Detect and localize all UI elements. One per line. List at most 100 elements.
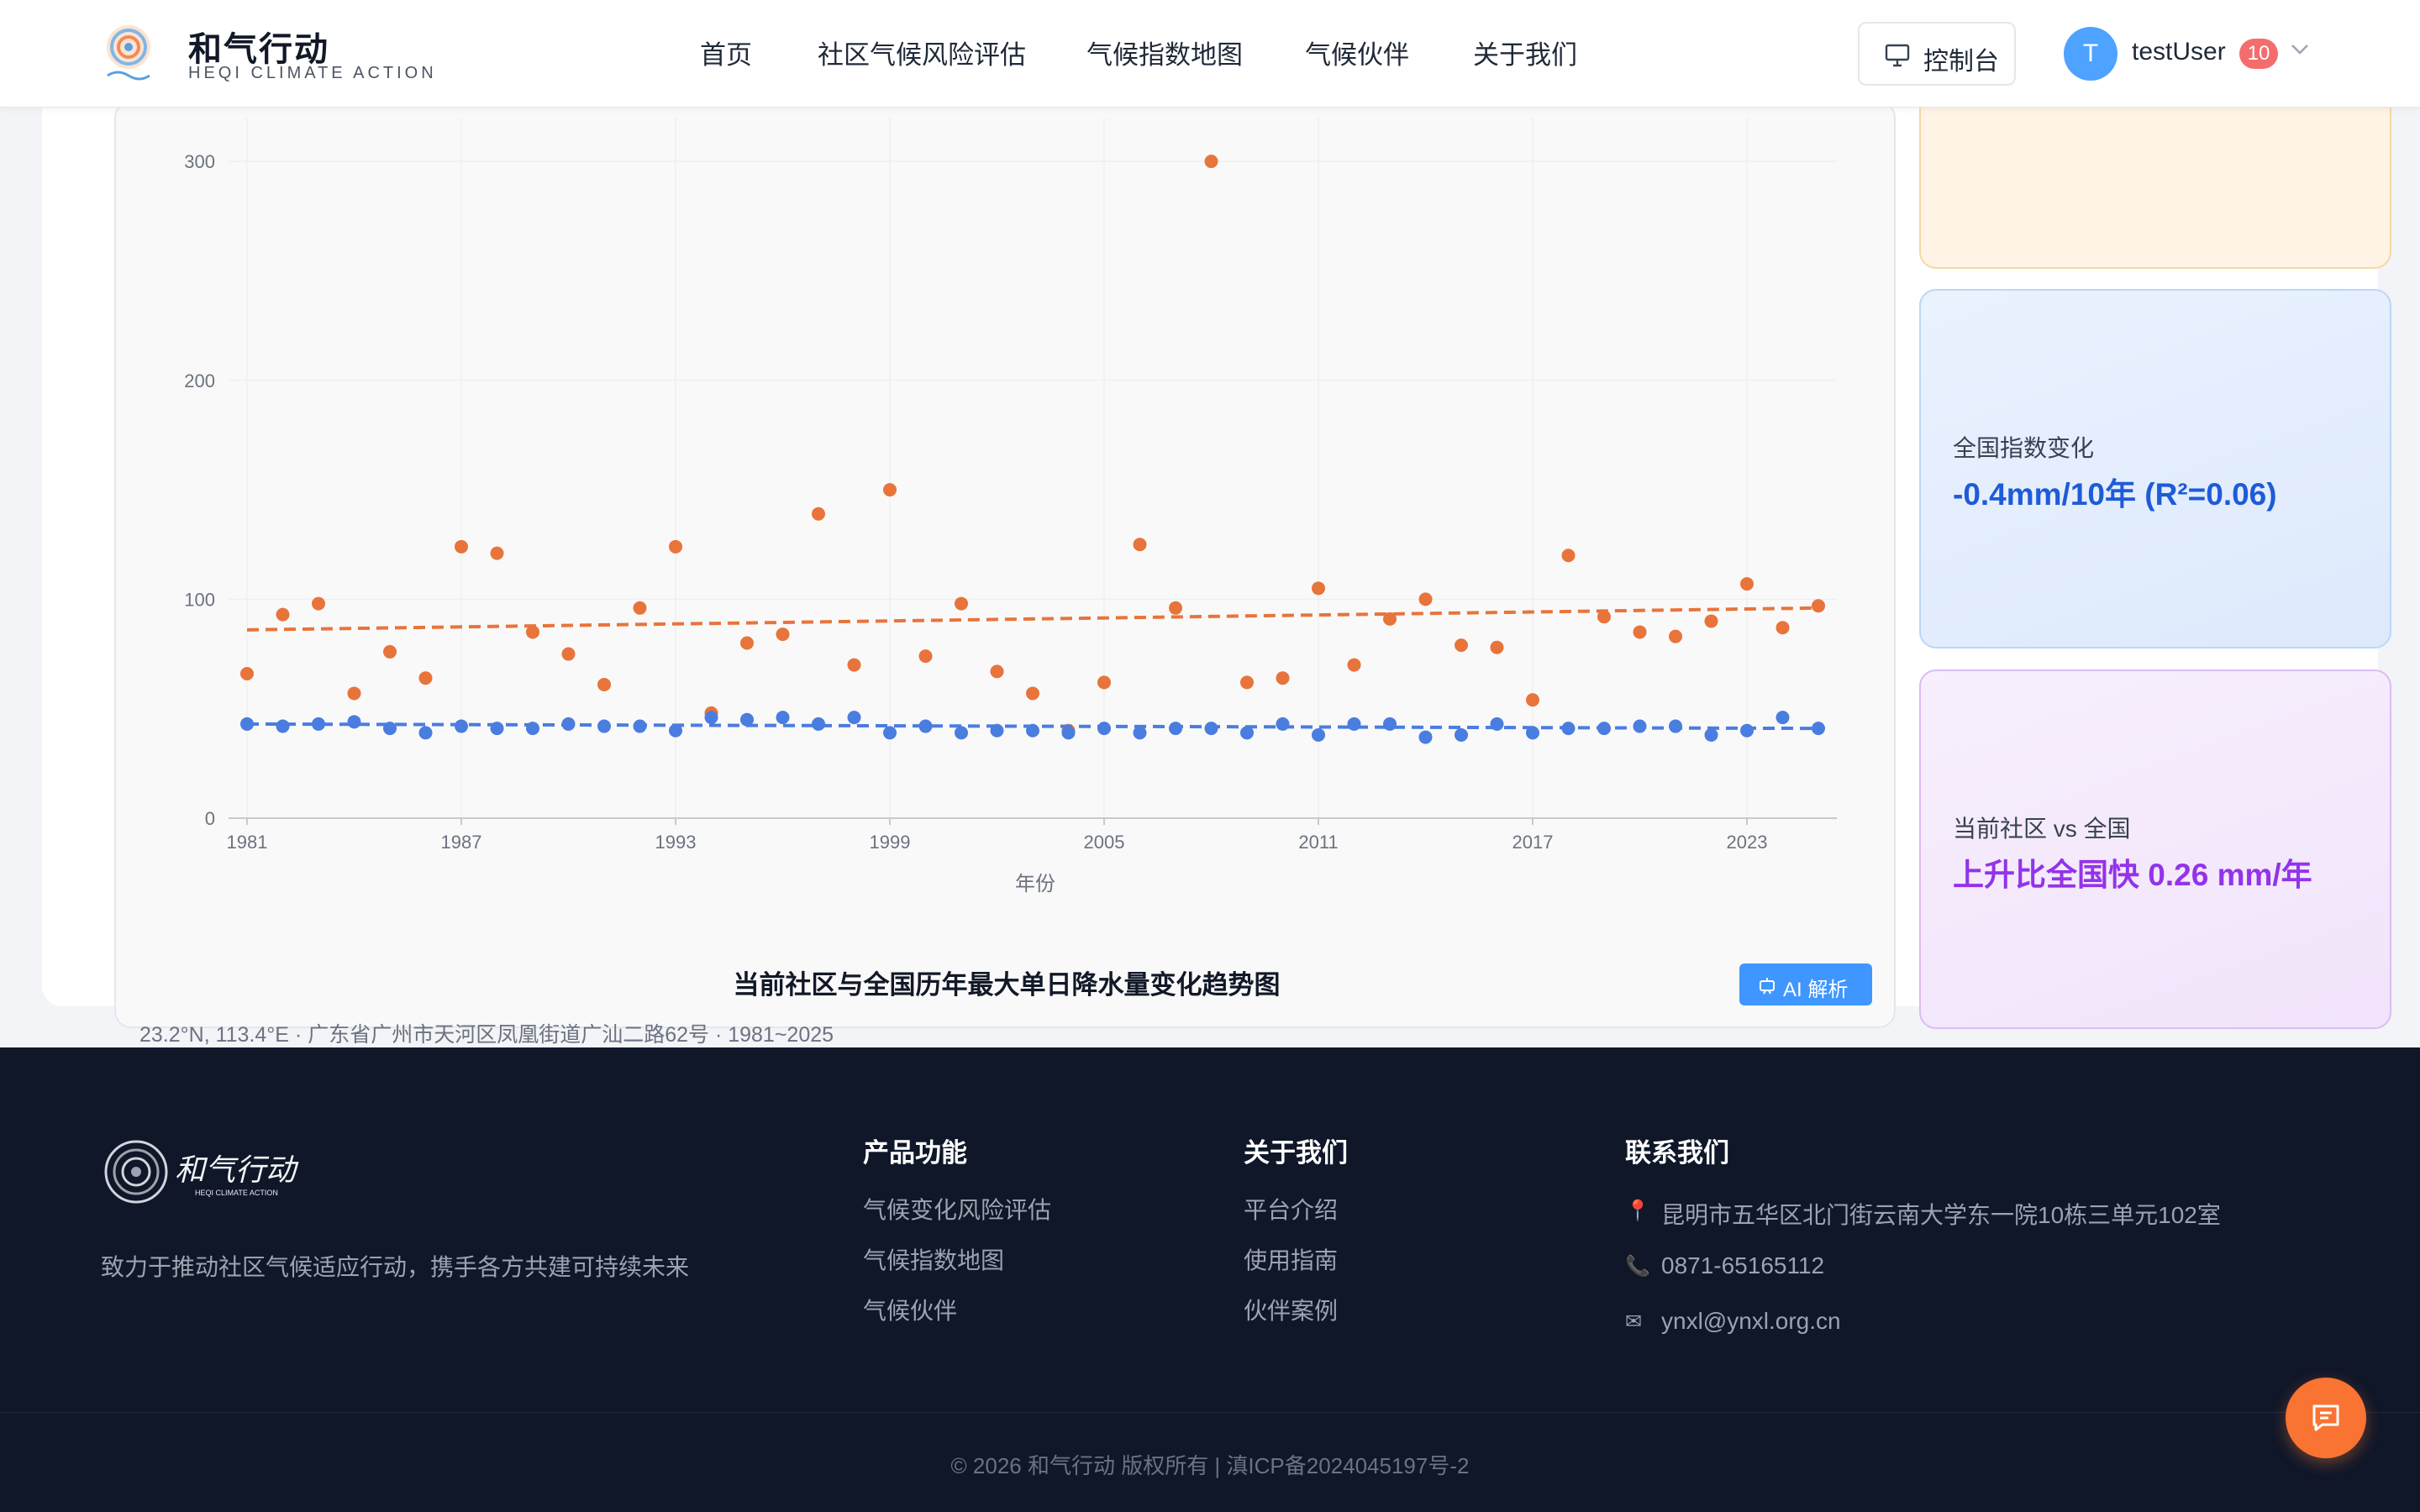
footer-logo: 和气行动 HEQI CLIMATE ACTION [104, 1140, 299, 1204]
y-tick-label: 300 [184, 151, 215, 172]
data-point-1 [669, 723, 682, 738]
x-tick-label: 2005 [1084, 832, 1125, 853]
data-point-0 [1312, 581, 1325, 596]
data-point-0 [1204, 155, 1218, 169]
data-point-0 [1740, 577, 1754, 591]
data-point-1 [490, 722, 504, 736]
nav-item-partners[interactable]: 气候伙伴 [1305, 34, 1409, 71]
data-point-0 [990, 664, 1004, 679]
footer-divider [0, 1412, 2420, 1413]
footer-tagline: 致力于推动社区气候适应行动，携手各方共建可持续未来 [101, 1254, 690, 1280]
data-point-1 [418, 726, 433, 740]
footer-link-cases[interactable]: 伙伴案例 [1244, 1293, 1338, 1326]
x-tick-label: 2011 [1298, 832, 1338, 853]
data-point-0 [883, 483, 897, 497]
footer-logo-subtext: HEQI CLIMATE ACTION [195, 1189, 278, 1197]
footer-link-risk[interactable]: 气候变化风险评估 [863, 1192, 1051, 1226]
data-point-1 [561, 717, 576, 731]
footer-link-map[interactable]: 气候指数地图 [863, 1242, 1004, 1276]
data-point-0 [1776, 621, 1790, 635]
data-point-1 [704, 711, 718, 725]
data-point-0 [1812, 599, 1825, 613]
data-point-0 [561, 647, 576, 661]
trend-line-0 [246, 606, 1819, 632]
data-point-1 [955, 726, 968, 740]
footer-logo-text: 和气行动 [175, 1153, 299, 1188]
data-point-0 [1597, 610, 1611, 624]
data-point-0 [418, 671, 433, 685]
data-point-1 [1455, 727, 1468, 742]
y-tick-label: 100 [184, 589, 215, 610]
username[interactable]: testUser [2132, 38, 2226, 66]
console-button[interactable]: 控制台 [1858, 22, 2016, 86]
avatar[interactable]: T [2064, 27, 2118, 81]
data-point-0 [633, 601, 647, 615]
chevron-down-icon[interactable] [2291, 44, 2309, 55]
footer-link-intro[interactable]: 平台介绍 [1244, 1192, 1338, 1226]
nav-item-home[interactable]: 首页 [700, 34, 752, 71]
data-point-0 [312, 596, 325, 611]
nav-item-risk-assessment[interactable]: 社区气候风险评估 [818, 34, 1026, 71]
data-point-1 [1169, 722, 1182, 736]
site-footer: 和气行动 HEQI CLIMATE ACTION 致力于推动社区气候适应行动，携… [0, 1047, 2420, 1512]
footer-link-guide[interactable]: 使用指南 [1244, 1242, 1338, 1276]
footer-contact-title: 联系我们 [1625, 1138, 1729, 1168]
data-point-0 [1347, 658, 1361, 672]
data-point-1 [1097, 722, 1111, 736]
chart-title: 当前社区与全国历年最大单日降水量变化趋势图 [733, 970, 1281, 1000]
x-tick-label: 1993 [655, 832, 697, 853]
data-point-0 [1490, 640, 1504, 654]
data-point-1 [918, 719, 933, 733]
mail-icon: ✉ [1625, 1310, 1643, 1333]
data-point-1 [1240, 726, 1254, 740]
data-point-0 [526, 625, 539, 639]
data-point-1 [1383, 717, 1397, 731]
data-point-1 [1418, 730, 1433, 744]
data-point-1 [597, 719, 611, 733]
brand-logo-icon[interactable] [101, 22, 156, 82]
main-card: 0 100 200 300 1981 1987 1993 1999 2005 2011 2017 20… [42, 42, 2391, 1047]
data-point-0 [1561, 549, 1576, 563]
data-point-0 [240, 666, 254, 680]
nav-item-about[interactable]: 关于我们 [1473, 34, 1577, 71]
nav-item-climate-map[interactable]: 气候指数地图 [1086, 34, 1243, 71]
data-point-1 [1597, 722, 1611, 736]
data-point-1 [455, 719, 468, 733]
data-point-1 [883, 726, 897, 740]
chat-fab-button[interactable] [2286, 1378, 2366, 1458]
data-point-0 [597, 678, 611, 692]
data-point-0 [847, 658, 861, 672]
data-point-0 [669, 539, 682, 554]
data-point-1 [776, 711, 790, 725]
data-point-1 [847, 711, 861, 725]
chat-icon [2312, 1404, 2339, 1431]
data-point-0 [1418, 592, 1433, 606]
data-point-0 [383, 644, 397, 659]
data-point-1 [347, 715, 361, 729]
data-point-0 [1669, 629, 1682, 643]
compare-value: 上升比全国快 0.26 mm/年 [1953, 858, 2312, 892]
data-point-0 [1276, 671, 1290, 685]
data-point-1 [526, 722, 539, 736]
data-point-1 [1561, 722, 1576, 736]
data-point-0 [347, 686, 361, 701]
data-point-0 [1455, 638, 1468, 653]
data-point-0 [1097, 675, 1111, 690]
data-point-1 [812, 717, 825, 731]
data-point-1 [1276, 717, 1290, 731]
footer-email[interactable]: ynxl@ynxl.org.cn [1661, 1308, 1841, 1335]
data-point-0 [1704, 614, 1718, 628]
location-pin-icon: 📍 [1625, 1200, 1650, 1222]
side-card-compare: 当前社区 vs 全国 上升比全国快 0.26 mm/年 [1919, 669, 2391, 1029]
data-point-0 [740, 636, 754, 650]
ai-analysis-button[interactable]: AI 解析 [1739, 963, 1872, 1005]
x-tick-label: 1987 [441, 832, 482, 853]
data-point-1 [1526, 726, 1539, 740]
data-point-0 [1633, 625, 1647, 639]
data-point-1 [1669, 719, 1682, 733]
data-point-1 [740, 712, 754, 727]
footer-link-partners[interactable]: 气候伙伴 [863, 1293, 957, 1326]
national-change-label: 全国指数变化 [1953, 435, 2095, 461]
data-point-0 [1383, 612, 1397, 626]
brand-subtitle: HEQI CLIMATE ACTION [188, 64, 437, 82]
